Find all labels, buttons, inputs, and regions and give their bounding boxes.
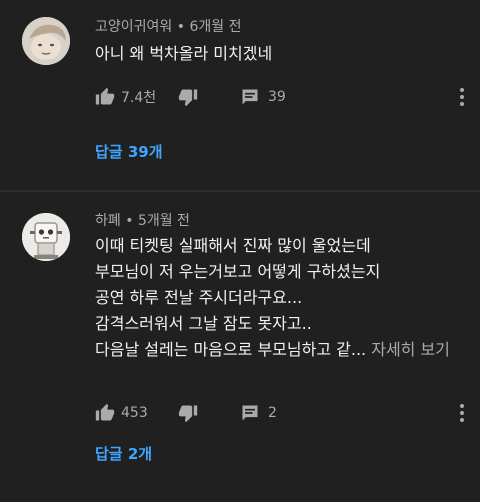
reply-button[interactable]: 2 [240,403,277,423]
separator-dot: • [176,19,185,35]
dislike-button[interactable] [178,87,198,107]
like-count: 7.4천 [121,90,157,106]
thumbs-up-icon [95,87,115,107]
comment-line-text: 다음날 설레는 마음으로 부모님하고 같... [95,340,367,359]
comment-meta: 고양이귀여워 • 6개월 전 [95,16,241,36]
dislike-button[interactable] [178,403,198,423]
comment-thread: 고양이귀여워 • 6개월 전 아니 왜 벅차올라 미치겠네 7.4천 39 답글… [0,0,480,190]
more-vert-icon [454,87,470,107]
like-button[interactable]: 7.4천 [95,87,156,107]
comment-meta: 하폐 • 5개월 전 [95,210,190,230]
thumbs-down-icon [178,403,198,423]
reply-button[interactable]: 39 [240,87,286,107]
view-replies-link[interactable]: 답글 2개 [95,443,152,464]
avatar-image [22,213,70,261]
comment-text: 이때 티켓팅 실패해서 진짜 많이 울었는데 부모님이 저 우는거보고 어떻게 … [95,233,475,363]
comment-menu-button[interactable] [454,87,470,107]
like-button[interactable]: 453 [95,403,148,423]
comment-icon [240,403,260,423]
avatar[interactable] [22,17,70,65]
reply-count: 39 [268,89,286,105]
comment-line: 부모님이 저 우는거보고 어떻게 구하셨는지 [95,262,381,281]
reply-count: 2 [268,405,277,421]
author-name[interactable]: 하폐 [95,213,121,229]
thumbs-up-icon [95,403,115,423]
read-more-link[interactable]: 자세히 보기 [371,340,450,359]
like-count: 453 [121,405,148,421]
comment-time: 5개월 전 [137,213,190,229]
comment-menu-button[interactable] [454,403,470,423]
comment-actions: 7.4천 39 [0,81,480,111]
view-replies-link[interactable]: 답글 39개 [95,141,163,162]
separator-dot: • [125,213,134,229]
comment-line: 감격스러워서 그날 잠도 못자고.. [95,314,312,333]
comment-line-last: 다음날 설레는 마음으로 부모님하고 같... 자세히 보기 [95,337,475,363]
comment-line: 이때 티켓팅 실패해서 진짜 많이 울었는데 [95,236,371,255]
avatar[interactable] [22,213,70,261]
comment-icon [240,87,260,107]
comment-text: 아니 왜 벅차올라 미치겠네 [95,41,272,67]
avatar-image [22,17,70,65]
comment-time: 6개월 전 [189,19,242,35]
comment-actions: 453 2 [0,397,480,427]
author-name[interactable]: 고양이귀여워 [95,19,172,35]
comment-line: 공연 하루 전날 주시더라구요... [95,288,303,307]
comment-line: 아니 왜 벅차올라 미치겠네 [95,44,273,63]
thumbs-down-icon [178,87,198,107]
more-vert-icon [454,403,470,423]
comment-thread: 하폐 • 5개월 전 이때 티켓팅 실패해서 진짜 많이 울었는데 부모님이 저… [0,192,480,502]
